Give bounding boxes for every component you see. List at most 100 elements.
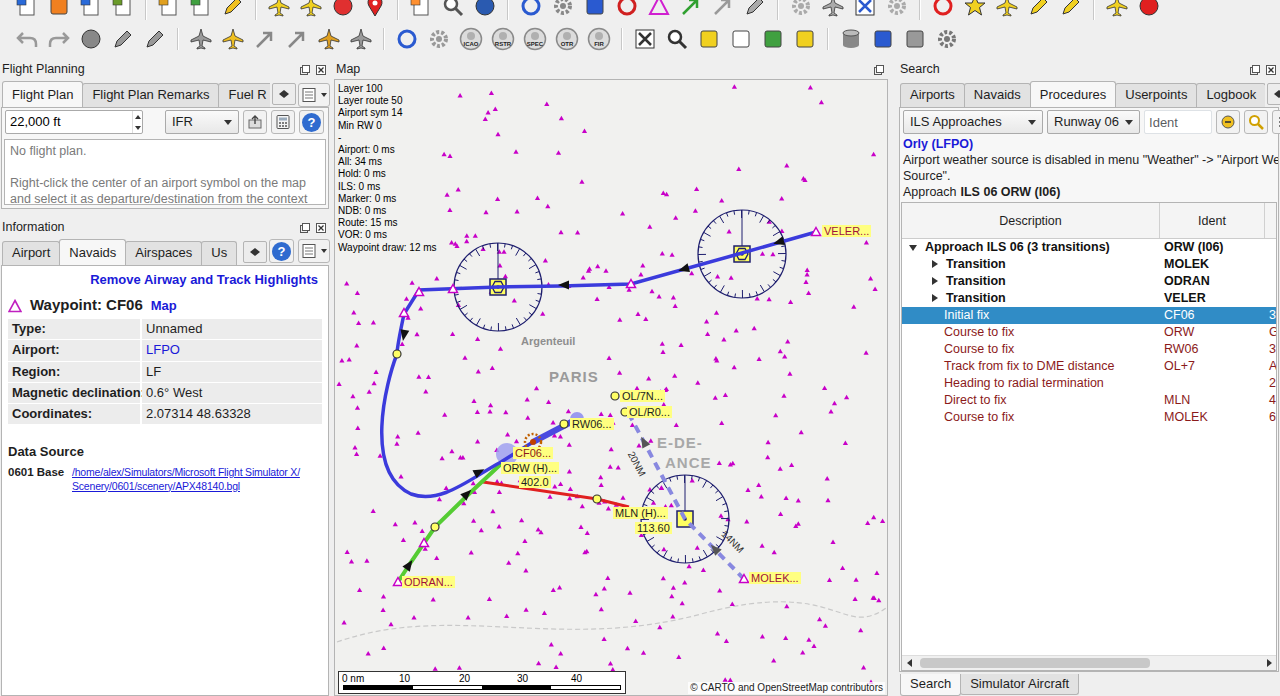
procedure-row[interactable]: Initial fixCF063, <box>902 307 1276 324</box>
toolbar-button[interactable] <box>582 0 608 19</box>
toolbar-button[interactable] <box>188 0 214 19</box>
float-button[interactable] <box>1249 64 1261 76</box>
toolbar-button[interactable] <box>760 26 786 52</box>
toolbar-button[interactable] <box>316 26 342 52</box>
map-label[interactable]: RW06... <box>570 418 614 430</box>
scroll-track[interactable] <box>916 656 1262 670</box>
toolbar-button[interactable] <box>330 0 356 19</box>
toolbar-button[interactable] <box>870 26 896 52</box>
procedure-type-combo[interactable]: ILS Approaches <box>903 110 1043 134</box>
toolbar-button[interactable] <box>284 26 310 52</box>
tab[interactable]: Airport <box>2 241 60 265</box>
scroll-left-button[interactable] <box>244 242 255 262</box>
tab[interactable]: Navaids <box>59 239 126 265</box>
toolbar-button[interactable] <box>156 0 182 19</box>
toolbar-button[interactable] <box>14 26 40 52</box>
procedure-row[interactable]: TransitionMOLEK <box>902 256 1276 273</box>
toolbar-button[interactable] <box>348 26 374 52</box>
toolbar-button[interactable] <box>78 26 104 52</box>
close-button[interactable] <box>315 222 327 234</box>
layer-button[interactable]: OTR <box>554 26 580 52</box>
toolbar-button[interactable] <box>298 0 324 19</box>
layer-button[interactable]: SPEC <box>522 26 548 52</box>
float-button[interactable] <box>299 222 311 234</box>
export-button[interactable] <box>243 110 267 134</box>
scroll-handle[interactable] <box>920 658 1150 668</box>
procedure-row[interactable]: Course to fixMOLEK6, <box>902 409 1276 426</box>
toolbar-button[interactable] <box>518 0 544 19</box>
flight-rules-combo[interactable]: IFR <box>165 110 239 134</box>
expand-toggle[interactable] <box>932 260 938 268</box>
toolbar-button[interactable] <box>46 26 72 52</box>
expand-toggle[interactable] <box>932 277 938 285</box>
remove-highlights-link[interactable]: Remove Airway and Track Highlights <box>8 272 318 288</box>
toolbar-button[interactable] <box>838 26 864 52</box>
tab[interactable]: Navaids <box>964 83 1031 107</box>
scroll-left-button[interactable] <box>273 84 284 104</box>
toolbar-button[interactable] <box>696 26 722 52</box>
tab[interactable]: Search <box>900 674 961 696</box>
tab[interactable]: Flight Plan Remarks <box>82 83 219 107</box>
layer-button[interactable]: FIR <box>586 26 612 52</box>
procedure-row[interactable]: TransitionODRAN <box>902 273 1276 290</box>
toolbar-button[interactable] <box>664 26 690 52</box>
expand-toggle[interactable] <box>909 245 917 251</box>
map-link[interactable]: Map <box>151 298 177 314</box>
toolbar-button[interactable] <box>710 0 736 19</box>
toolbar-button[interactable] <box>632 26 658 52</box>
toolbar-button[interactable] <box>742 0 768 19</box>
scroll-right-button[interactable] <box>284 84 295 104</box>
toolbar-button[interactable] <box>728 26 754 52</box>
toolbar-button[interactable] <box>472 0 498 19</box>
tab[interactable]: Userpoints <box>1115 83 1197 107</box>
map-label[interactable]: 113.60 <box>635 522 672 534</box>
toolbar-button[interactable] <box>962 0 988 19</box>
toolbar-button[interactable] <box>550 0 576 19</box>
tab[interactable]: Us <box>201 241 237 265</box>
map-canvas[interactable]: Layer 100Layer route 50Airport sym 14Min… <box>334 79 888 696</box>
toolbar-button[interactable] <box>110 26 136 52</box>
toolbar-button[interactable] <box>266 0 292 19</box>
toolbar-button[interactable] <box>408 0 434 19</box>
tab[interactable]: Airspaces <box>125 241 202 265</box>
menu-button[interactable] <box>298 239 330 263</box>
tab[interactable]: Procedures <box>1030 81 1116 107</box>
procedure-row[interactable]: Direct to fixMLN4, <box>902 392 1276 409</box>
tab[interactable]: Logbook <box>1196 83 1265 107</box>
map-label[interactable]: ORW (H)... <box>501 462 559 474</box>
toolbar-button[interactable] <box>820 0 846 19</box>
toolbar-button[interactable] <box>252 26 278 52</box>
ident-input[interactable] <box>1144 110 1212 134</box>
menu-button[interactable] <box>298 83 330 107</box>
column-header[interactable]: Reft/l <box>1265 203 1277 238</box>
column-header[interactable]: Ident <box>1160 203 1265 238</box>
map-label[interactable]: OL/7N... <box>620 390 665 402</box>
procedure-row[interactable]: Course to fixRW063 <box>902 341 1276 358</box>
toolbar-button[interactable] <box>14 0 40 19</box>
toolbar-button[interactable] <box>440 0 466 19</box>
search-button[interactable] <box>1244 110 1268 134</box>
spin-buttons[interactable] <box>132 111 142 133</box>
toolbar-button[interactable] <box>788 0 814 19</box>
altitude-input[interactable] <box>6 111 132 133</box>
help-button[interactable]: ? <box>299 110 324 134</box>
toolbar-button[interactable] <box>220 0 246 19</box>
toolbar-button[interactable] <box>614 0 640 19</box>
float-button[interactable] <box>873 64 885 76</box>
map-label[interactable]: MOLEK... <box>749 572 801 584</box>
toolbar-button[interactable] <box>220 26 246 52</box>
toolbar-button[interactable] <box>902 26 928 52</box>
toolbar-button[interactable] <box>46 0 72 19</box>
toolbar-button[interactable] <box>188 26 214 52</box>
map-label[interactable]: OL/R0... <box>627 406 672 418</box>
toolbar-button[interactable] <box>1026 0 1052 19</box>
procedure-row[interactable]: Approach ILS 06 (3 transitions)ORW (I06) <box>902 239 1276 256</box>
scroll-right-button[interactable] <box>1279 84 1280 104</box>
toolbar-button[interactable] <box>78 0 104 19</box>
close-button[interactable] <box>315 64 327 76</box>
toolbar-button[interactable] <box>1058 0 1084 19</box>
tab[interactable]: Fuel R <box>218 83 270 107</box>
float-button[interactable] <box>299 64 311 76</box>
close-button[interactable] <box>1265 64 1277 76</box>
airport-link[interactable]: Orly (LFPO) <box>903 136 1275 152</box>
